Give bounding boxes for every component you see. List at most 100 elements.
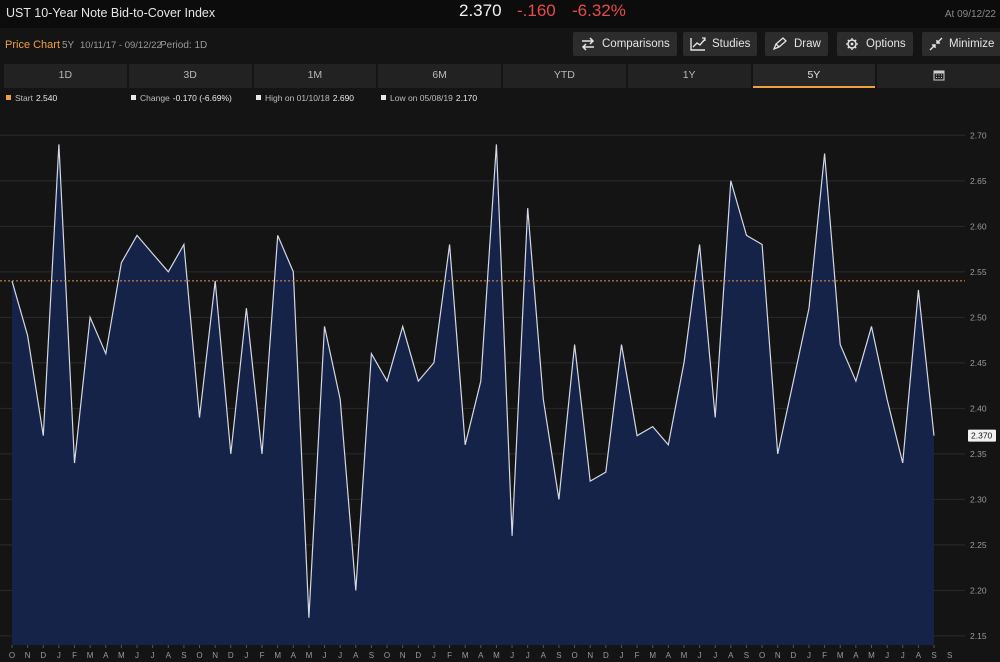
y-tick-label: 2.20 xyxy=(970,585,987,595)
y-tick-label: 2.60 xyxy=(970,221,987,231)
x-tick-label: F xyxy=(260,651,265,660)
x-tick-label: J xyxy=(244,651,248,660)
chart-toolbar: Price Chart 5Y 10/11/17 - 09/12/22 Perio… xyxy=(0,30,1000,60)
x-tick-label: M xyxy=(493,651,500,660)
x-tick-label: F xyxy=(72,651,77,660)
period-tab-3d[interactable]: 3D xyxy=(128,64,252,88)
range-label: 5Y xyxy=(62,40,75,51)
y-tick-label: 2.65 xyxy=(970,176,987,186)
y-tick-label: 2.15 xyxy=(970,631,987,641)
y-tick-label: 2.45 xyxy=(970,358,987,368)
x-tick-label: S xyxy=(181,651,186,660)
period-tab-5y[interactable]: 5Y xyxy=(752,64,876,88)
x-tick-label: J xyxy=(323,651,327,660)
y-tick-label: 2.25 xyxy=(970,540,987,550)
x-axis: ONDJFMAMJJASONDJFMAMJJASONDJFMAMJJASONDJ… xyxy=(9,645,952,660)
stat-high: High on 01/10/18 2.690 xyxy=(256,93,354,103)
price-chart[interactable]: 2.15 2.20 2.25 2.30 2.35 2.40 2.45 2.50 2.55 2.60… xyxy=(0,108,1000,662)
draw-label: Draw xyxy=(794,38,821,50)
gear-icon xyxy=(846,38,858,50)
x-tick-label: M xyxy=(837,651,844,660)
studies-label: Studies xyxy=(712,38,751,50)
calendar-tab[interactable] xyxy=(877,64,1000,88)
x-tick-label: N xyxy=(775,651,781,660)
period-tab-ytd[interactable]: YTD xyxy=(503,64,626,88)
minimize-button[interactable]: Minimize xyxy=(922,32,1000,56)
x-tick-label: S xyxy=(556,651,561,660)
x-tick-label: M xyxy=(681,651,688,660)
x-tick-label: N xyxy=(587,651,593,660)
x-tick-label: J xyxy=(510,651,514,660)
instrument-title: UST 10-Year Note Bid-to-Cover Index xyxy=(6,6,216,20)
x-tick-label: D xyxy=(40,651,46,660)
stat-change: Change -0.170 (-6.69%) xyxy=(131,93,232,103)
period-label[interactable]: Period: 1D xyxy=(160,40,207,51)
x-tick-label: F xyxy=(447,651,452,660)
x-tick-label: D xyxy=(790,651,796,660)
series-area xyxy=(12,144,934,645)
change-marker-icon xyxy=(131,95,136,100)
x-tick-label: S xyxy=(369,651,374,660)
period-tabs: 1D 3D 1M 6M YTD 1Y 5Y xyxy=(4,64,1000,88)
x-tick-label: M xyxy=(649,651,656,660)
x-tick-label: J xyxy=(698,651,702,660)
options-label: Options xyxy=(866,38,906,50)
x-tick-label: M xyxy=(87,651,94,660)
x-tick-label: F xyxy=(822,651,827,660)
studies-button[interactable]: Studies xyxy=(683,32,758,56)
x-tick-label: M xyxy=(462,651,469,660)
x-tick-label: S xyxy=(947,651,952,660)
y-tick-label: 2.50 xyxy=(970,312,987,322)
y-axis: 2.15 2.20 2.25 2.30 2.35 2.40 2.45 2.50 2.55 2.60… xyxy=(970,130,987,641)
y-tick-label: 2.70 xyxy=(970,130,987,140)
low-marker-icon xyxy=(381,95,386,100)
start-marker-icon xyxy=(6,95,11,100)
x-tick-label: A xyxy=(728,651,734,660)
x-tick-label: A xyxy=(666,651,672,660)
x-tick-label: J xyxy=(151,651,155,660)
as-of-date: At 09/12/22 xyxy=(944,9,996,20)
price-chart-label[interactable]: Price Chart xyxy=(5,39,60,51)
x-tick-label: J xyxy=(338,651,342,660)
x-tick-label: A xyxy=(166,651,172,660)
x-tick-label: O xyxy=(9,651,15,660)
studies-icon xyxy=(690,37,706,51)
x-tick-label: O xyxy=(571,651,577,660)
x-tick-label: A xyxy=(353,651,359,660)
y-tick-label: 2.30 xyxy=(970,494,987,504)
period-tab-1m[interactable]: 1M xyxy=(253,64,377,88)
x-tick-label: O xyxy=(759,651,765,660)
comparisons-button[interactable]: Comparisons xyxy=(573,32,677,56)
comparisons-icon xyxy=(581,37,595,51)
draw-button[interactable]: Draw xyxy=(765,32,828,56)
period-tab-6m[interactable]: 6M xyxy=(378,64,501,88)
period-tab-1y[interactable]: 1Y xyxy=(627,64,751,88)
options-button[interactable]: Options xyxy=(837,32,913,56)
last-value-label: 2.370 xyxy=(968,429,996,442)
x-tick-label: A xyxy=(478,651,484,660)
x-tick-label: J xyxy=(807,651,811,660)
last-price: 2.370 xyxy=(459,1,502,20)
x-tick-label: F xyxy=(635,651,640,660)
x-tick-label: M xyxy=(118,651,125,660)
y-tick-label: 2.40 xyxy=(970,403,987,413)
quote-header: UST 10-Year Note Bid-to-Cover Index 2.37… xyxy=(0,0,1000,28)
x-tick-label: J xyxy=(526,651,530,660)
x-tick-label: S xyxy=(931,651,936,660)
x-tick-label: A xyxy=(103,651,109,660)
stat-low: Low on 05/08/19 2.170 xyxy=(381,93,477,103)
period-tab-1d[interactable]: 1D xyxy=(4,64,127,88)
x-tick-label: J xyxy=(713,651,717,660)
x-tick-label: O xyxy=(384,651,390,660)
x-tick-label: M xyxy=(274,651,281,660)
x-tick-label: M xyxy=(868,651,875,660)
x-tick-label: A xyxy=(541,651,547,660)
x-tick-label: J xyxy=(901,651,905,660)
x-tick-label: J xyxy=(432,651,436,660)
x-tick-label: J xyxy=(57,651,61,660)
x-tick-label: M xyxy=(306,651,313,660)
x-tick-label: N xyxy=(25,651,31,660)
comparisons-label: Comparisons xyxy=(602,38,670,50)
last-value-text: 2.370 xyxy=(971,431,993,441)
y-tick-label: 2.55 xyxy=(970,267,987,277)
